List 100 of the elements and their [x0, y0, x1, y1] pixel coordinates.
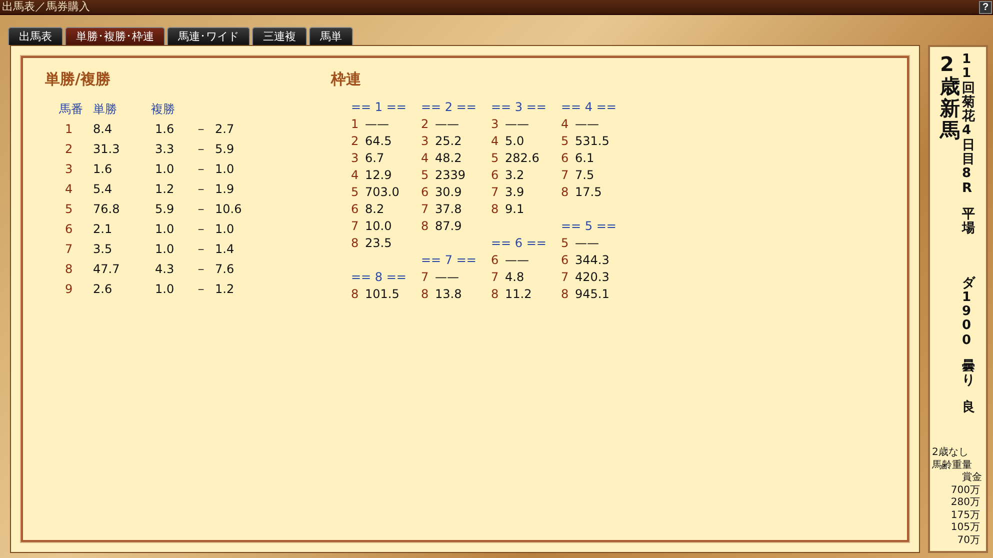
- range-dash: －: [195, 201, 208, 218]
- place-odds-high: 5.9: [215, 141, 236, 158]
- place-odds-low: 1.0: [154, 281, 176, 298]
- bracket-number: 1: [351, 116, 360, 133]
- help-button[interactable]: ?: [979, 0, 992, 14]
- bracket-odds: 101.5: [365, 286, 400, 303]
- bracket-header: == 6 ==: [491, 235, 548, 252]
- bracket-odds: 10.0: [365, 218, 392, 235]
- bracket-number: 8: [421, 286, 430, 303]
- bracket-odds: ——: [575, 116, 599, 133]
- bracket-number: 6: [421, 184, 430, 201]
- bracket-odds: 11.2: [505, 286, 532, 303]
- tab[interactable]: 出馬表: [8, 27, 63, 45]
- prize-amount: 700万: [950, 484, 981, 497]
- range-dash: －: [195, 281, 208, 298]
- bracket-number: 4: [351, 167, 360, 184]
- race-info: 11回菊花4日目8R: [962, 53, 975, 196]
- bracket-odds: 8.2: [365, 201, 384, 218]
- bracket-number: 6: [491, 167, 500, 184]
- horse-number: 8: [64, 261, 74, 278]
- section-heading: 単勝/複勝: [45, 70, 112, 89]
- place-odds-low: 5.9: [154, 201, 176, 218]
- bracket-number: 7: [491, 184, 500, 201]
- prize-label: 賞金: [961, 472, 983, 484]
- bracket-number: 8: [491, 286, 500, 303]
- bracket-number: 3: [491, 116, 500, 133]
- range-dash: －: [195, 161, 208, 178]
- race-info: 良: [962, 400, 975, 415]
- bracket-header: == 2 ==: [421, 99, 478, 116]
- bracket-number: 7: [561, 269, 570, 286]
- tab[interactable]: 馬単: [309, 27, 353, 45]
- horse-number: 6: [64, 221, 74, 238]
- bracket-number: 4: [561, 116, 570, 133]
- bracket-odds: 6.7: [365, 150, 384, 167]
- tab[interactable]: 三連複: [252, 27, 307, 45]
- range-dash: －: [195, 181, 208, 198]
- column-header: 複勝: [151, 101, 176, 118]
- bracket-number: 5: [561, 133, 570, 150]
- tab[interactable]: 馬連･ワイド: [167, 27, 250, 45]
- place-odds-high: 1.0: [215, 221, 236, 238]
- bracket-odds: ——: [365, 116, 389, 133]
- bracket-number: 8: [491, 201, 500, 218]
- horse-number: 2: [64, 141, 74, 158]
- place-odds-low: 1.0: [154, 241, 176, 258]
- range-dash: －: [195, 141, 208, 158]
- bracket-odds: 30.9: [435, 184, 462, 201]
- prize-amount: 105万: [950, 522, 981, 534]
- horse-number: 1: [64, 121, 74, 138]
- race-condition: 馬齢重量: [932, 460, 973, 472]
- bracket-number: 8: [561, 184, 570, 201]
- bracket-odds: 703.0: [365, 184, 400, 201]
- bracket-header: == 8 ==: [351, 269, 408, 286]
- win-odds: 31.3: [93, 141, 121, 158]
- bracket-number: 7: [561, 167, 570, 184]
- bracket-number: 8: [351, 235, 360, 252]
- bracket-number: 5: [491, 150, 500, 167]
- place-odds-low: 1.0: [154, 221, 176, 238]
- win-odds: 1.6: [93, 161, 114, 178]
- bracket-odds: 37.8: [435, 201, 462, 218]
- prize-amount: 175万: [950, 510, 981, 522]
- bracket-number: 6: [561, 252, 570, 269]
- bracket-header: == 1 ==: [351, 99, 408, 116]
- bracket-odds: 531.5: [575, 133, 610, 150]
- bracket-number: 5: [351, 184, 360, 201]
- bracket-number: 6: [351, 201, 360, 218]
- range-dash: －: [195, 121, 208, 138]
- bracket-number: 6: [491, 252, 500, 269]
- column-header: 単勝: [93, 101, 118, 118]
- bracket-odds: ——: [575, 235, 599, 252]
- bracket-odds: 5.0: [505, 133, 524, 150]
- bracket-odds: 23.5: [365, 235, 392, 252]
- horse-number: 5: [64, 201, 74, 218]
- bracket-number: 3: [351, 150, 360, 167]
- bracket-odds: 6.1: [575, 150, 594, 167]
- bracket-number: 7: [421, 201, 430, 218]
- bracket-number: 5: [421, 167, 430, 184]
- race-info: 曇り: [962, 360, 975, 389]
- range-dash: －: [195, 261, 208, 278]
- win-odds: 5.4: [93, 181, 114, 198]
- horse-number: 3: [64, 161, 74, 178]
- race-condition: 2歳なし: [932, 447, 970, 460]
- horse-number: 4: [64, 181, 74, 198]
- horse-number: 9: [64, 281, 74, 298]
- race-info: ダ1900: [962, 276, 975, 348]
- horse-number: 7: [64, 241, 74, 258]
- win-odds: 76.8: [93, 201, 121, 218]
- place-odds-low: 1.0: [154, 161, 176, 178]
- bracket-odds: 3.9: [505, 184, 524, 201]
- place-odds-high: 1.9: [215, 181, 236, 198]
- bracket-header: == 7 ==: [421, 252, 478, 269]
- bracket-odds: 12.9: [365, 167, 392, 184]
- bracket-odds: 9.1: [505, 201, 524, 218]
- bracket-odds: 4.8: [505, 269, 524, 286]
- bracket-odds: 282.6: [505, 150, 540, 167]
- bracket-odds: 13.8: [435, 286, 462, 303]
- bracket-header: == 4 ==: [561, 99, 618, 116]
- bracket-number: 5: [561, 235, 570, 252]
- bracket-number: 6: [561, 150, 570, 167]
- bracket-header: == 3 ==: [491, 99, 548, 116]
- tab[interactable]: 単勝･複勝･枠連: [65, 27, 165, 45]
